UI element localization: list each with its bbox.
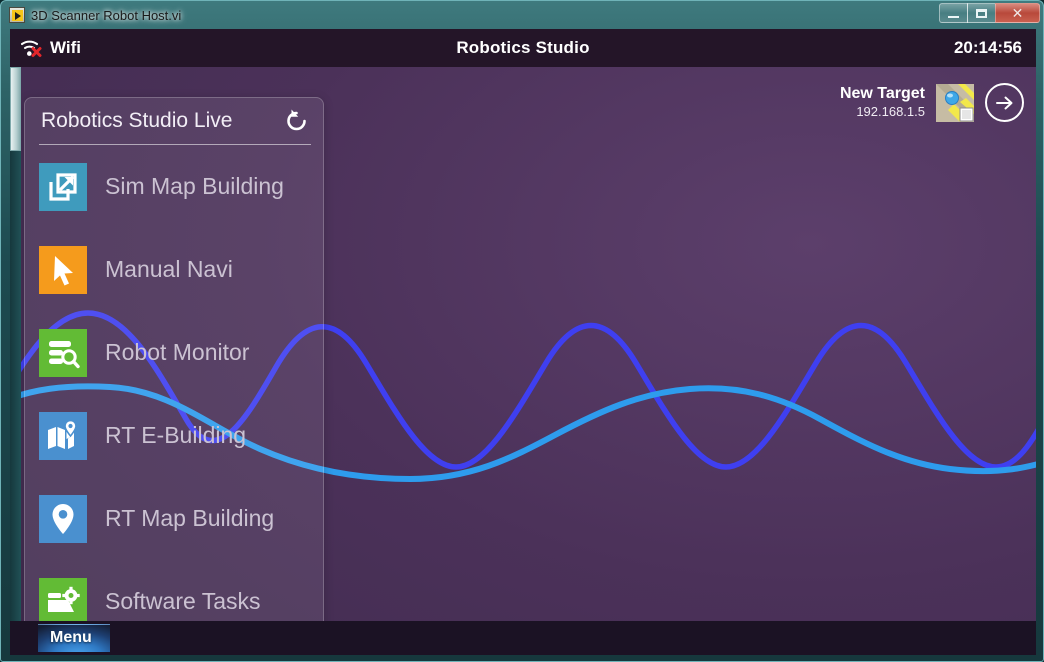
window-titlebar[interactable]: 3D Scanner Robot Host.vi ✕ — [1, 1, 1043, 29]
main-canvas: New Target 192.168.1.5 Robotics Studio L… — [10, 67, 1036, 655]
close-icon: ✕ — [1011, 5, 1024, 21]
panel-header: Robotics Studio Live — [25, 98, 323, 144]
map-pin-folded-icon — [39, 411, 87, 460]
target-ip-address: 192.168.1.5 — [856, 104, 925, 120]
canvas-vertical-scrollbar[interactable] — [10, 67, 21, 655]
menu-item-rt-e-building[interactable]: RT E-Building — [25, 394, 323, 477]
arrow-right-circle-icon — [995, 96, 1012, 109]
menu-item-label: Robot Monitor — [105, 339, 250, 365]
labview-vi-icon — [9, 7, 25, 23]
close-button[interactable]: ✕ — [995, 3, 1040, 23]
location-pin-icon — [39, 494, 87, 543]
list-search-icon — [39, 328, 87, 377]
minimize-button[interactable] — [939, 3, 968, 23]
app-title: Robotics Studio — [456, 38, 590, 57]
menu-item-label: RT Map Building — [105, 505, 275, 531]
menu-item-rt-map-building[interactable]: RT Map Building — [25, 477, 323, 560]
map-target-thumbnail-icon[interactable] — [936, 83, 974, 122]
minimize-icon — [948, 15, 959, 18]
clock: 20:14:56 — [953, 38, 1022, 57]
bottom-bar: Menu — [10, 621, 1036, 655]
new-target-block[interactable]: New Target 192.168.1.5 — [840, 83, 1024, 122]
maximize-button[interactable] — [967, 3, 996, 23]
go-target-button[interactable] — [985, 83, 1024, 122]
target-title: New Target — [839, 85, 925, 103]
panel-title: Robotics Studio Live — [41, 109, 233, 132]
window-controls: ✕ — [939, 2, 1040, 24]
menu-item-label: RT E-Building — [105, 422, 247, 448]
status-bar: Wifi Robotics Studio 20:14:56 — [10, 29, 1036, 67]
menu-item-label: Manual Navi — [105, 256, 233, 282]
target-text-group: New Target 192.168.1.5 — [840, 84, 925, 120]
refresh-counterclockwise-icon[interactable] — [283, 107, 311, 135]
folder-gear-icon — [39, 577, 87, 626]
menu-button[interactable]: Menu — [38, 624, 110, 652]
robotics-studio-live-panel: Robotics Studio Live Sim Map Building Ma… — [24, 97, 324, 645]
cursor-arrow-icon — [39, 245, 87, 294]
external-link-icon — [39, 162, 87, 211]
menu-item-sim-map-building[interactable]: Sim Map Building — [25, 145, 323, 228]
scrollbar-thumb[interactable] — [10, 67, 21, 151]
application-surface: Wifi Robotics Studio 20:14:56 New Target… — [10, 29, 1036, 655]
window-title: 3D Scanner Robot Host.vi — [31, 7, 182, 23]
menu-item-label: Sim Map Building — [105, 173, 284, 199]
maximize-icon — [976, 8, 987, 18]
menu-item-manual-navi[interactable]: Manual Navi — [25, 228, 323, 311]
os-window-frame: 3D Scanner Robot Host.vi ✕ Wifi Robotics… — [0, 0, 1044, 662]
menu-item-label: Software Tasks — [105, 588, 261, 614]
menu-item-robot-monitor[interactable]: Robot Monitor — [25, 311, 323, 394]
